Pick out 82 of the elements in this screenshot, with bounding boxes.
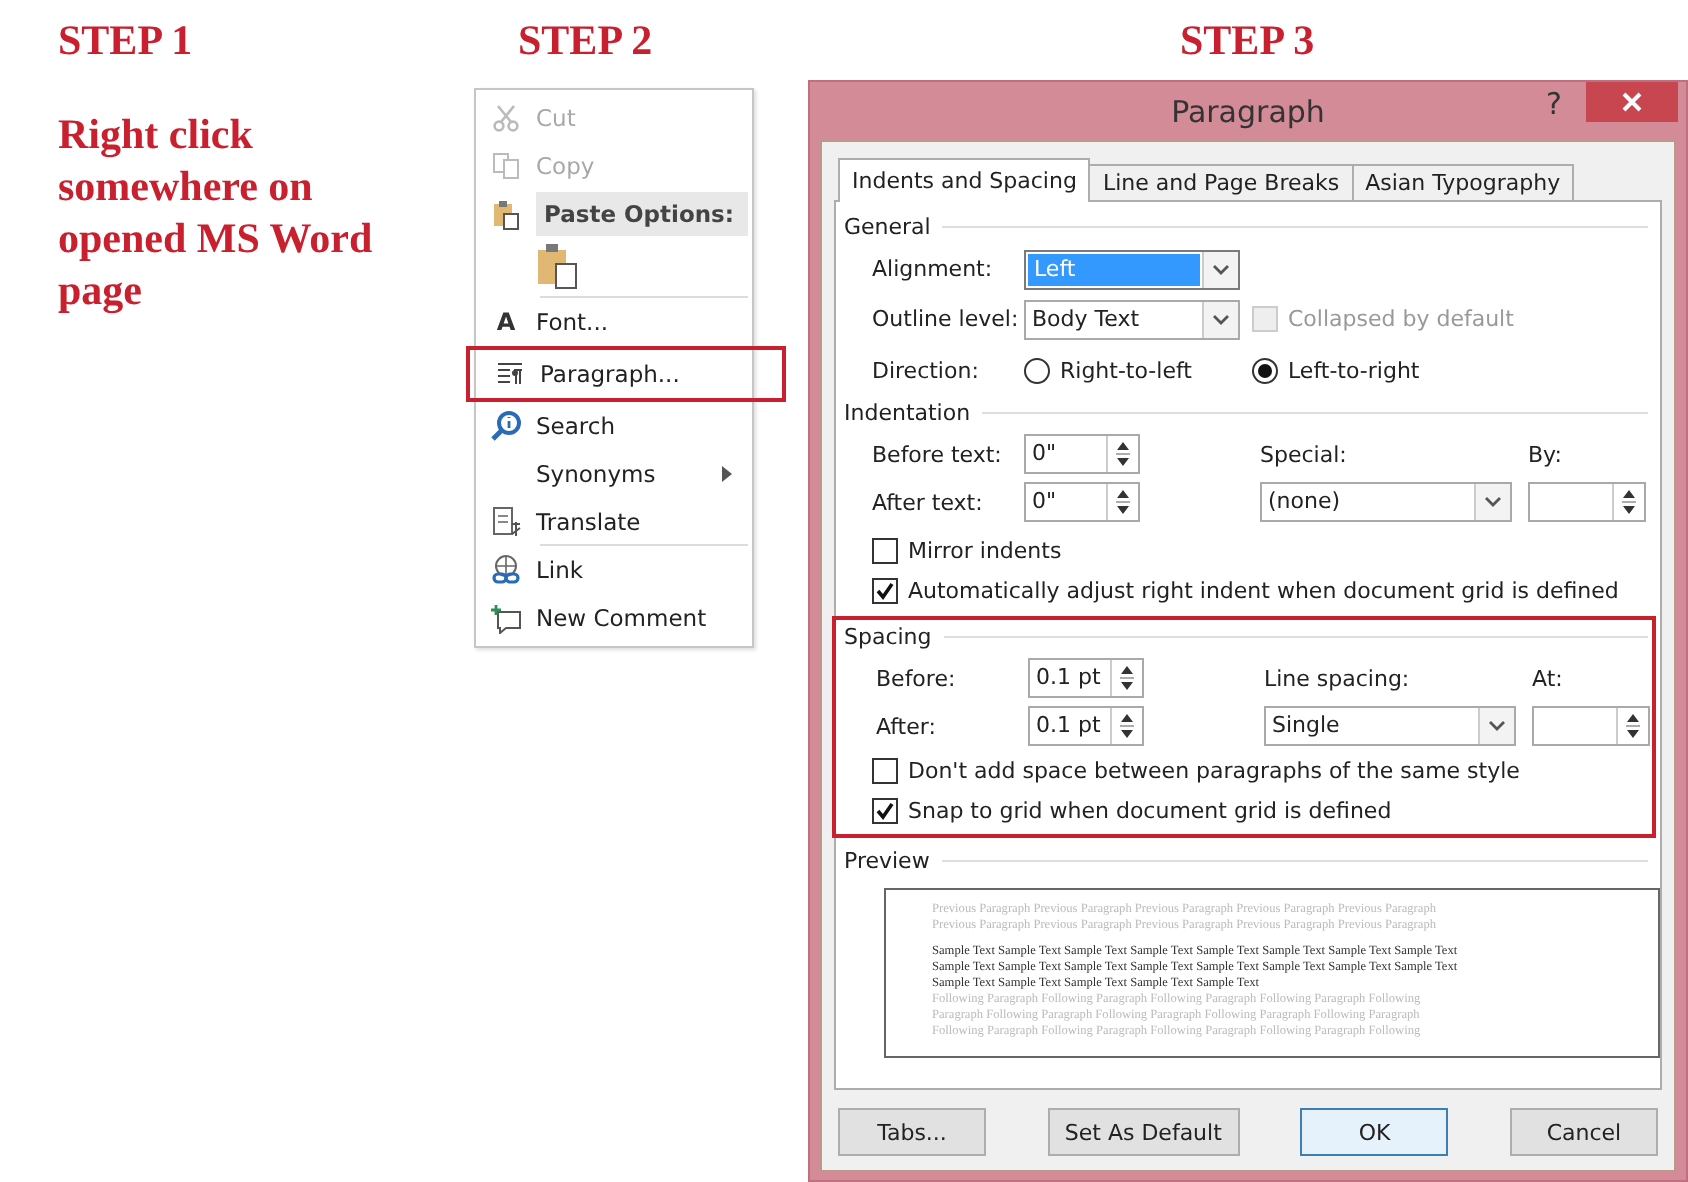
dropdown-field[interactable]: Single [1264,706,1516,746]
checkbox-label: Collapsed by default [1288,306,1514,332]
spin-field[interactable]: 0" [1024,482,1140,522]
tab[interactable]: Asian Typography [1351,164,1575,202]
field-label: Before text: [872,441,1004,467]
section-heading: Preview [844,848,930,874]
help-button[interactable]: ? [1546,86,1562,122]
menu-item[interactable]: Link [476,546,752,594]
menu-item[interactable]: Search [476,402,752,450]
checkmark-icon [876,582,894,600]
field-label: Outline level: [872,306,1021,332]
section-heading: Indentation [844,400,971,426]
menu-item[interactable]: Paragraph... [466,346,786,402]
checkbox-label: Automatically adjust right indent when document grid is defined [908,578,1619,604]
submenu-arrow-icon [722,466,732,482]
field-label: At: [1532,665,1565,691]
spin-field[interactable]: 0.1 pt [1028,658,1144,698]
close-icon [1622,92,1642,112]
dialog-button[interactable]: Set As Default [1047,1108,1240,1156]
clipboard-icon [492,199,520,229]
font-icon: A [496,308,516,336]
radio-label: Left-to-right [1288,357,1420,383]
dropdown-field[interactable]: (none) [1260,482,1512,522]
clipboard-icon [536,241,580,289]
field-label: Before: [876,665,958,691]
chevron-down-icon [1488,720,1506,732]
field-label: By: [1528,441,1564,467]
checkbox-label: Snap to grid when document grid is defined [908,797,1392,823]
checkbox[interactable] [872,757,898,783]
field-label: After: [876,713,938,739]
chevron-down-icon [1212,263,1230,275]
copy-icon [492,152,520,180]
comment-icon [490,603,522,633]
step-heading: STEP 1 [58,16,195,64]
dropdown-field[interactable]: Body Text [1024,299,1240,339]
radio-button[interactable] [1252,357,1278,383]
tab[interactable]: Indents and Spacing [838,158,1091,202]
spin-arrows-icon [1622,488,1636,516]
field-label: Line spacing: [1264,665,1412,691]
spin-field[interactable] [1532,706,1650,746]
radio-button[interactable] [1024,357,1050,383]
search-icon [490,410,522,442]
spin-field[interactable] [1528,482,1646,522]
field-label: Special: [1260,441,1349,467]
spin-field[interactable]: 0.1 pt [1028,706,1144,746]
paragraph-icon [496,362,524,386]
paste-option-button[interactable] [536,241,580,295]
menu-section-header: Paste Options: [536,192,748,236]
field-label: After text: [872,489,985,515]
section-heading: Spacing [844,624,932,650]
link-icon [490,554,522,586]
chevron-down-icon [1484,496,1502,508]
dialog-button[interactable]: Cancel [1509,1108,1658,1156]
checkbox[interactable] [872,537,898,563]
translate-icon [491,506,521,538]
close-button[interactable] [1586,82,1678,122]
spin-arrows-icon [1116,488,1130,516]
spin-arrows-icon [1120,664,1134,692]
checkbox[interactable] [872,578,898,604]
menu-item[interactable]: New Comment [476,594,752,642]
spin-field[interactable]: 0" [1024,434,1140,474]
radio-label: Right-to-left [1060,357,1192,383]
spin-arrows-icon [1626,712,1640,740]
spin-arrows-icon [1116,440,1130,468]
step-heading: STEP 2 [518,16,653,64]
checkbox[interactable] [872,797,898,823]
section-heading: General [844,214,931,240]
chevron-down-icon [1212,313,1230,325]
dialog-button[interactable]: OK [1300,1108,1449,1156]
checkbox-label: Don't add space between paragraphs of the same style [908,757,1520,783]
step-heading: STEP 3 [1180,16,1315,64]
field-label: Direction: [872,357,981,383]
field-label: Alignment: [872,256,995,282]
scissors-icon [492,104,520,132]
menu-item[interactable]: A Font... [476,298,752,346]
checkbox-label: Mirror indents [908,537,1062,563]
checkmark-icon [876,801,894,819]
instruction-text: Right click somewhere on opened MS Word page [58,108,375,316]
dialog-button[interactable]: Tabs... [838,1108,986,1156]
spin-arrows-icon [1120,712,1134,740]
menu-item[interactable]: Synonyms [476,450,752,498]
dialog-title: Paragraph [1171,93,1325,129]
